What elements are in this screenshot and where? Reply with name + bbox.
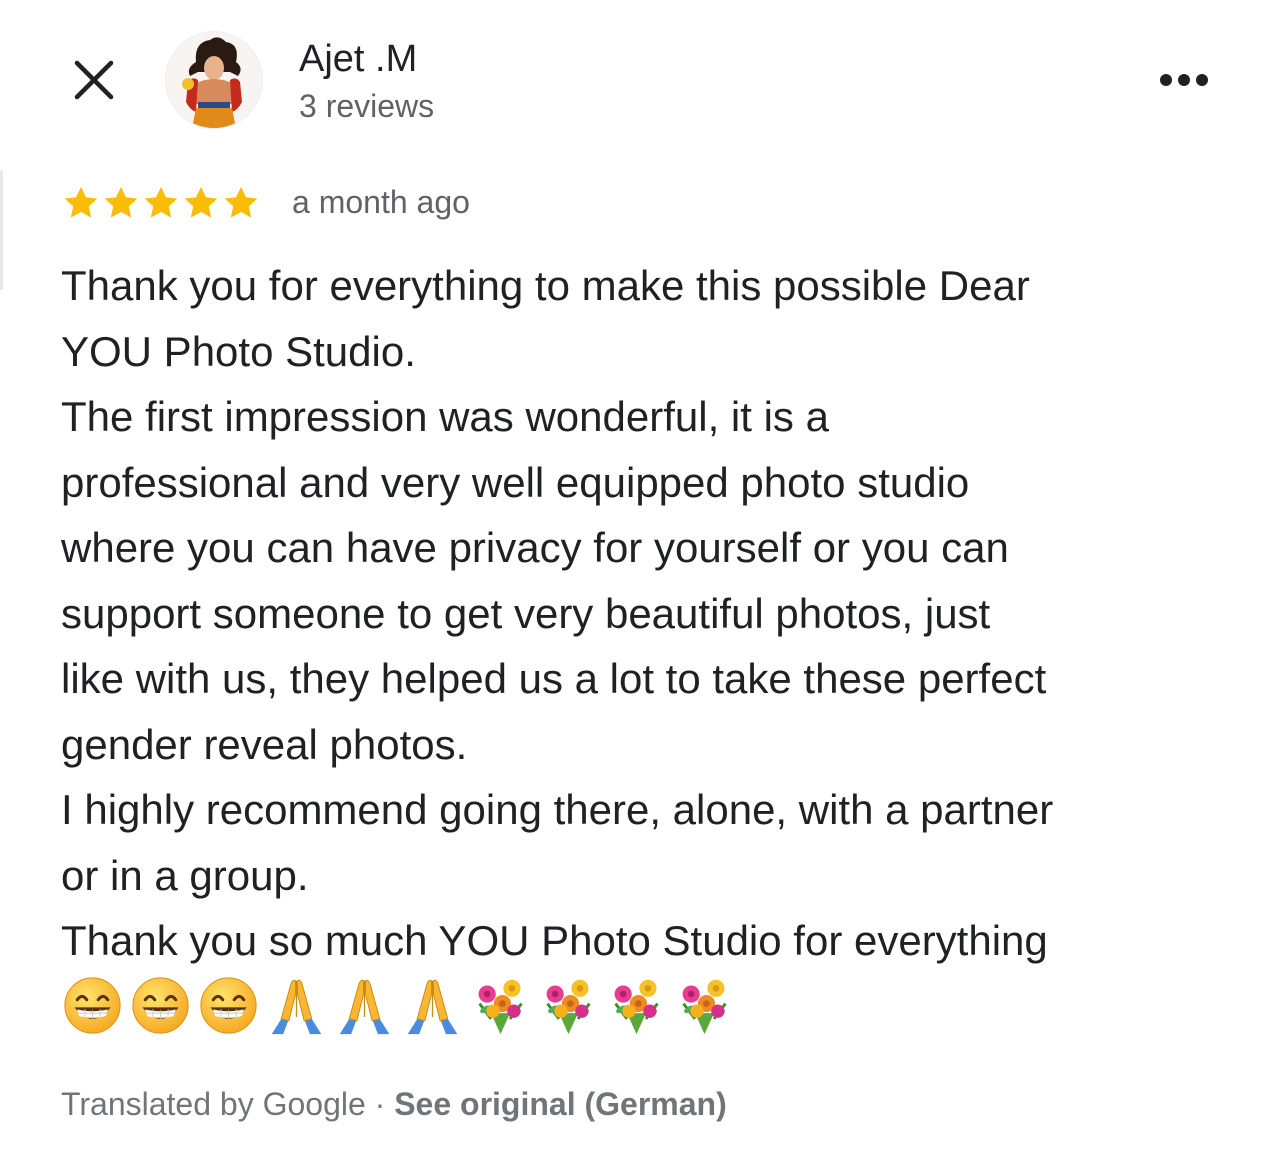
avatar-image bbox=[166, 32, 262, 128]
review-text-line: Thank you so much YOU Photo Studio for e… bbox=[61, 917, 1048, 964]
close-button[interactable] bbox=[66, 52, 122, 108]
review-text-line: gender reveal photos. bbox=[61, 720, 468, 768]
review-text-line: professional and very well equipped phot… bbox=[61, 458, 970, 506]
review-text-line: The first impression was wonderful, it i… bbox=[61, 393, 829, 440]
star-icon bbox=[224, 186, 258, 218]
review-text-line: I highly recommend going there, alone, w… bbox=[61, 786, 1054, 833]
grinning-face-icon bbox=[200, 977, 257, 1034]
grinning-face-icon bbox=[132, 977, 189, 1034]
footer-separator: · bbox=[374, 1086, 386, 1122]
star-rating bbox=[62, 184, 260, 222]
translated-by-label: Translated by Google bbox=[61, 1086, 366, 1122]
bouquet-icon bbox=[682, 979, 727, 1035]
review-text-line: YOU Photo Studio. bbox=[61, 327, 416, 375]
review-time: a month ago bbox=[292, 184, 470, 220]
review-text-line: like with us, they helped us a lot to ta… bbox=[61, 655, 1047, 702]
review-text: Thank you for everything to make this po… bbox=[61, 253, 1231, 974]
folded-hands-icon bbox=[339, 979, 390, 1035]
grinning-face-icon bbox=[64, 977, 121, 1034]
more-options-icon bbox=[1160, 74, 1208, 86]
bouquet-icon bbox=[614, 979, 659, 1035]
review-text-line: Thank you for everything to make this po… bbox=[61, 262, 1030, 309]
scroll-edge-indicator bbox=[0, 170, 3, 290]
bouquet-icon bbox=[478, 979, 523, 1035]
review-text-line: support someone to get very beautiful ph… bbox=[61, 589, 991, 637]
emoji-row bbox=[62, 974, 735, 1036]
translation-footer: Translated by Google · See original (Ger… bbox=[61, 1084, 727, 1124]
avatar[interactable] bbox=[166, 32, 262, 128]
author-name[interactable]: Ajet .M bbox=[299, 36, 417, 82]
review-text-line: where you can have privacy for yourself … bbox=[61, 524, 1009, 571]
bouquet-icon bbox=[546, 979, 591, 1035]
review-count: 3 reviews bbox=[299, 88, 435, 124]
star-icon bbox=[144, 186, 178, 218]
review-text-line: or in a group. bbox=[61, 851, 309, 899]
star-icon bbox=[64, 186, 98, 218]
close-icon bbox=[74, 60, 114, 100]
folded-hands-icon bbox=[407, 979, 458, 1035]
see-original-link[interactable]: See original (German) bbox=[394, 1086, 727, 1122]
folded-hands-icon bbox=[271, 979, 322, 1035]
star-icon bbox=[104, 186, 138, 218]
more-options-button[interactable] bbox=[1150, 56, 1218, 104]
star-icon bbox=[184, 186, 218, 218]
